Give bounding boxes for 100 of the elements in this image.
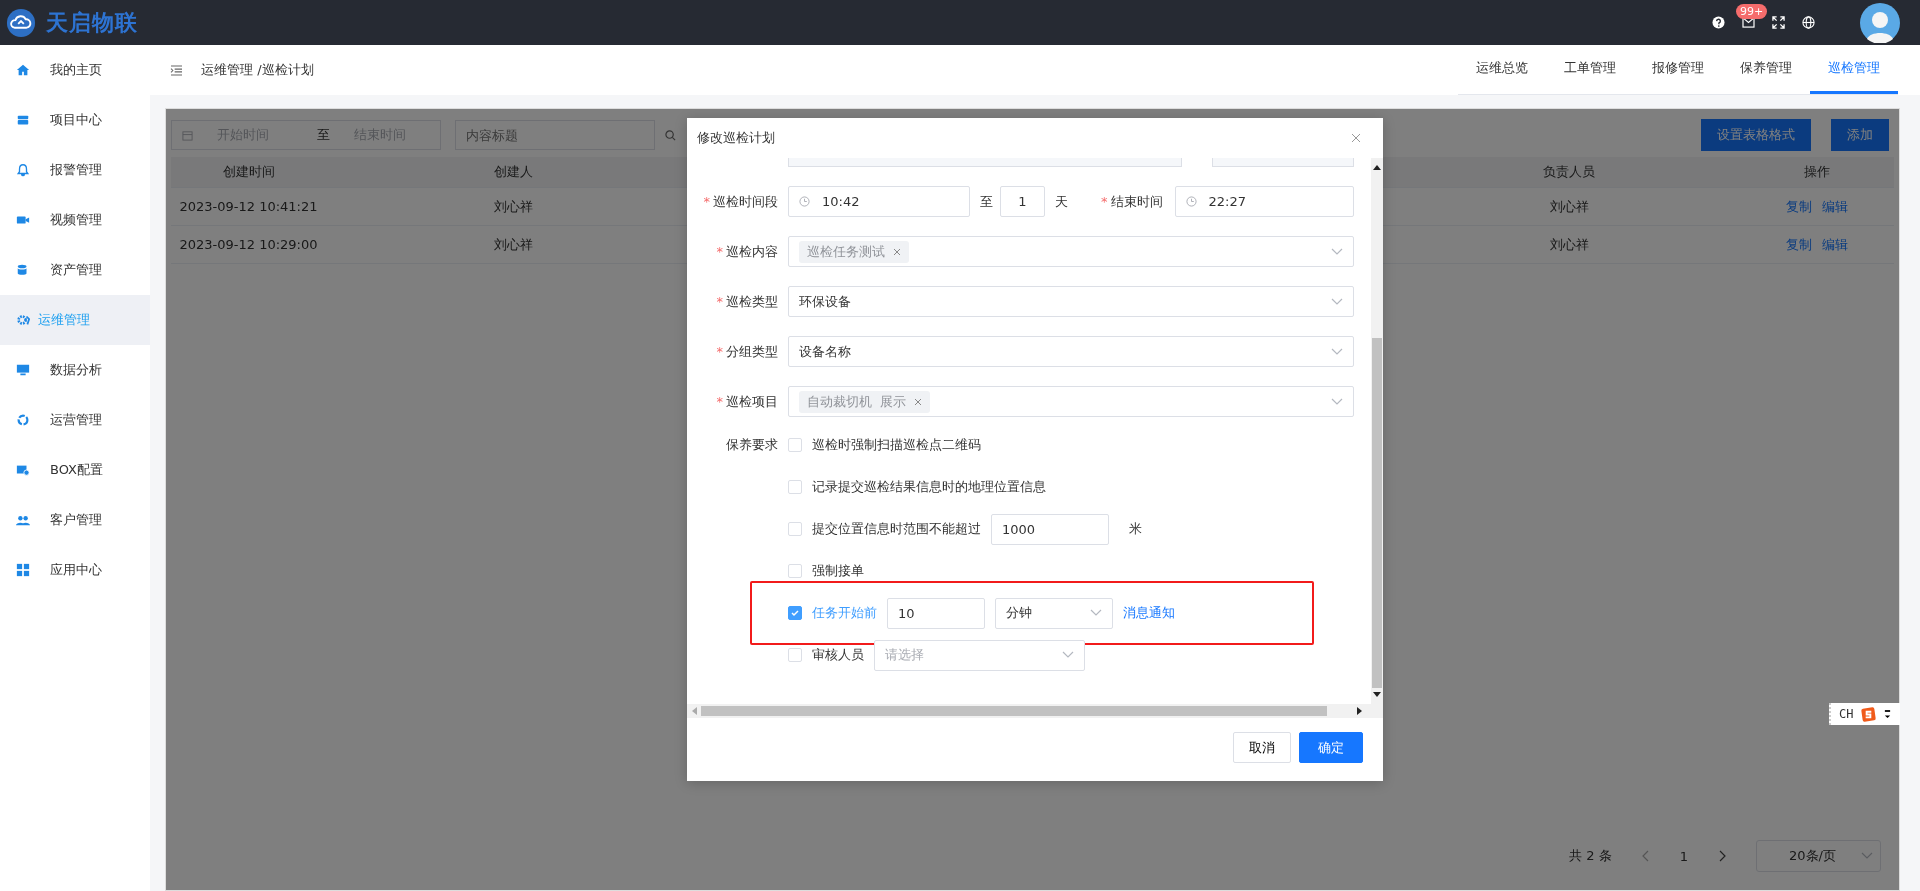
- tab[interactable]: 报修管理: [1634, 45, 1722, 94]
- screen-gear-icon: [16, 463, 30, 477]
- breadcrumb: 运维管理 /巡检计划: [201, 61, 314, 79]
- field-label: 保养要求: [725, 436, 779, 454]
- home-icon: [16, 63, 30, 77]
- stack-icon: [16, 113, 30, 127]
- required-mark: *: [1101, 193, 1108, 209]
- required-mark: *: [703, 193, 710, 209]
- column-header: 操作: [1802, 163, 1831, 181]
- option-label: 巡检时强制扫描巡检点二维码: [812, 436, 981, 454]
- mail-icon[interactable]: [1742, 17, 1755, 28]
- avatar[interactable]: [1860, 2, 1900, 43]
- column-header: 创建时间: [221, 163, 276, 181]
- days-unit: 天: [1054, 192, 1069, 211]
- checkmark-icon: [790, 608, 800, 618]
- days-field[interactable]: 1: [1000, 186, 1045, 217]
- notification-link[interactable]: 消息通知: [1123, 604, 1175, 622]
- confirm-button[interactable]: 确定: [1299, 732, 1363, 763]
- distance-input[interactable]: 1000: [991, 513, 1109, 545]
- option-label: 任务开始前: [812, 604, 877, 622]
- scroll-up-icon[interactable]: [1373, 164, 1381, 170]
- globe-icon[interactable]: [1802, 16, 1815, 29]
- checkbox[interactable]: [788, 606, 802, 620]
- cloud-logo-icon: [6, 7, 36, 38]
- sidebar-item[interactable]: 应用中心: [0, 545, 150, 595]
- calendar-icon: [182, 129, 193, 141]
- field-label: 巡检内容: [726, 243, 778, 259]
- next-page-icon[interactable]: [1718, 850, 1726, 862]
- table-cell-text: 刘心祥: [493, 235, 534, 254]
- chevron-down-icon: [1331, 397, 1343, 406]
- sidebar-item[interactable]: 客户管理: [0, 495, 150, 545]
- field-label: 巡检时间段: [713, 193, 778, 209]
- option-label: 审核人员: [812, 646, 864, 664]
- page-number[interactable]: 1: [1679, 848, 1688, 864]
- tab[interactable]: 保养管理: [1722, 45, 1810, 94]
- unit-label: 米: [1129, 520, 1142, 538]
- previous-page-icon[interactable]: [1641, 850, 1650, 862]
- table-cell-text: 刘心祥: [1548, 235, 1590, 254]
- unit-select[interactable]: 分钟: [995, 597, 1113, 629]
- input-method-logo-icon: [1861, 706, 1877, 722]
- required-mark: *: [716, 343, 723, 359]
- sidebar-item[interactable]: 报警管理: [0, 145, 150, 195]
- minutes-input[interactable]: 10: [887, 597, 985, 629]
- sidebar-item[interactable]: BOX配置: [0, 445, 150, 495]
- sidebar-item[interactable]: 视频管理: [0, 195, 150, 245]
- tag: 自动裁切机 展示: [799, 390, 931, 413]
- table-cell-text: 刘心祥: [1548, 197, 1590, 216]
- cancel-button[interactable]: 取消: [1233, 732, 1291, 763]
- search-icon[interactable]: [665, 129, 676, 141]
- column-header: 负责人员: [1542, 163, 1596, 181]
- cycle-icon: [16, 413, 30, 427]
- notification-badge: 99+: [1736, 4, 1768, 19]
- start-time-field[interactable]: 10:42: [788, 186, 970, 217]
- tab[interactable]: 巡检管理: [1810, 45, 1898, 94]
- clock-icon: [799, 196, 810, 207]
- grid-icon: [16, 563, 30, 577]
- table-cell-text: 刘心祥: [493, 197, 534, 216]
- field-label: 巡检类型: [726, 293, 778, 309]
- chevron-down-icon: [1331, 247, 1343, 256]
- required-mark: *: [716, 393, 723, 409]
- menu-fold-icon[interactable]: [170, 64, 183, 76]
- scroll-down-icon[interactable]: [1373, 692, 1381, 698]
- option-label: 强制接单: [812, 562, 864, 580]
- field-label: 分组类型: [726, 343, 778, 359]
- close-icon[interactable]: [914, 397, 923, 406]
- field-label: 巡检项目: [726, 393, 778, 409]
- sidebar-item[interactable]: 运营管理: [0, 395, 150, 445]
- scroll-right-icon[interactable]: [1357, 707, 1363, 715]
- chevron-down-icon: [1331, 297, 1343, 306]
- select-field[interactable]: 设备名称: [788, 336, 1354, 367]
- select-field[interactable]: 环保设备: [788, 286, 1354, 317]
- bell-icon: [16, 163, 30, 177]
- table-cell-text: 2023-09-12 10:41:21: [178, 198, 319, 216]
- help-icon[interactable]: [1712, 16, 1725, 29]
- sidebar-item[interactable]: 项目中心: [0, 95, 150, 145]
- fullscreen-icon[interactable]: [1772, 16, 1785, 29]
- sidebar-item[interactable]: 我的主页: [0, 45, 150, 95]
- sidebar-item[interactable]: 数据分析: [0, 345, 150, 395]
- dialog-title: 修改巡检计划: [697, 129, 775, 147]
- required-mark: *: [716, 293, 723, 309]
- chevron-down-icon: [1331, 347, 1343, 356]
- tab[interactable]: 工单管理: [1546, 45, 1634, 94]
- close-icon[interactable]: [893, 247, 901, 256]
- input-method-bar[interactable]: CH: [1829, 703, 1900, 725]
- close-icon[interactable]: [1351, 133, 1361, 143]
- range-separator: 至: [979, 192, 994, 211]
- option-label: 记录提交巡检结果信息时的地理位置信息: [812, 478, 1046, 496]
- logo-text: 天启物联: [46, 8, 138, 37]
- total-count: 共 2 条: [1569, 847, 1612, 865]
- horizontal-scrollbar[interactable]: [687, 704, 1383, 718]
- tab[interactable]: 运维总览: [1458, 45, 1546, 94]
- page-size-select[interactable]: 20条/页: [1756, 840, 1881, 872]
- vertical-scrollbar[interactable]: [1371, 158, 1383, 704]
- scroll-left-icon[interactable]: [691, 707, 697, 715]
- option-label: 提交位置信息时范围不能超过: [812, 520, 981, 538]
- menu-arrow-icon: [1884, 708, 1892, 720]
- sidebar-item[interactable]: 资产管理: [0, 245, 150, 295]
- chevron-down-icon: [1062, 651, 1074, 659]
- search-field[interactable]: 内容标题: [455, 120, 655, 150]
- end-time-field[interactable]: 22:27: [1174, 186, 1354, 217]
